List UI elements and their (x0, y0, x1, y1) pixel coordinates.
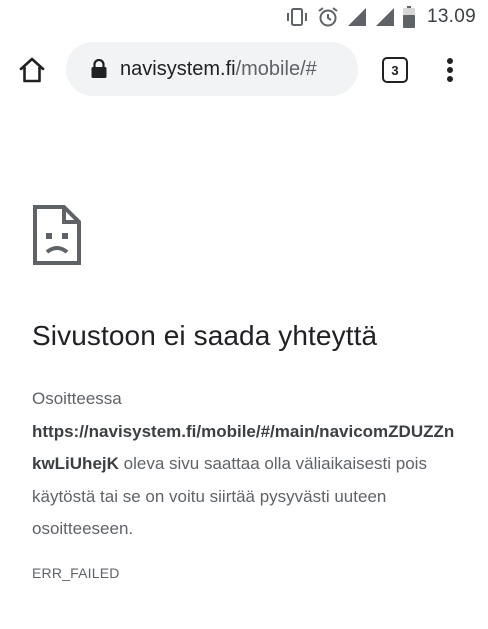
vibrate-icon (285, 7, 309, 27)
signal-icon (375, 7, 395, 27)
tab-count: 3 (391, 62, 399, 78)
status-bar: 13.09 (0, 0, 488, 34)
signal-icon (347, 7, 367, 27)
error-code: ERR_FAILED (32, 565, 120, 581)
home-icon (19, 57, 45, 83)
url-path: /mobile/# (235, 57, 317, 80)
browser-toolbar: navisystem.fi/mobile/# 3 (0, 42, 488, 98)
error-intro: Osoitteessa (32, 389, 122, 408)
status-time: 13.09 (426, 6, 476, 27)
sad-page-icon (33, 205, 81, 265)
error-title: Sivustoon ei saada yhteyttä (32, 320, 378, 351)
home-button[interactable] (14, 52, 50, 88)
status-icons: 13.09 (285, 6, 476, 28)
url-domain: navisystem.fi (120, 57, 236, 80)
error-message: Osoitteessa https://navisystem.fi/mobile… (32, 383, 462, 546)
menu-button[interactable] (436, 54, 464, 86)
url-text[interactable]: navisystem.fi/mobile/# (120, 58, 317, 81)
alarm-icon (317, 6, 339, 28)
more-vert-icon (447, 58, 453, 82)
lock-icon (91, 59, 107, 78)
battery-icon (402, 6, 415, 28)
address-bar[interactable]: navisystem.fi/mobile/# (66, 42, 358, 96)
tab-switcher-button[interactable]: 3 (382, 57, 408, 83)
browser-page: 13.09 navisystem.fi/mobile/# 3 Sivustoon… (0, 0, 488, 629)
